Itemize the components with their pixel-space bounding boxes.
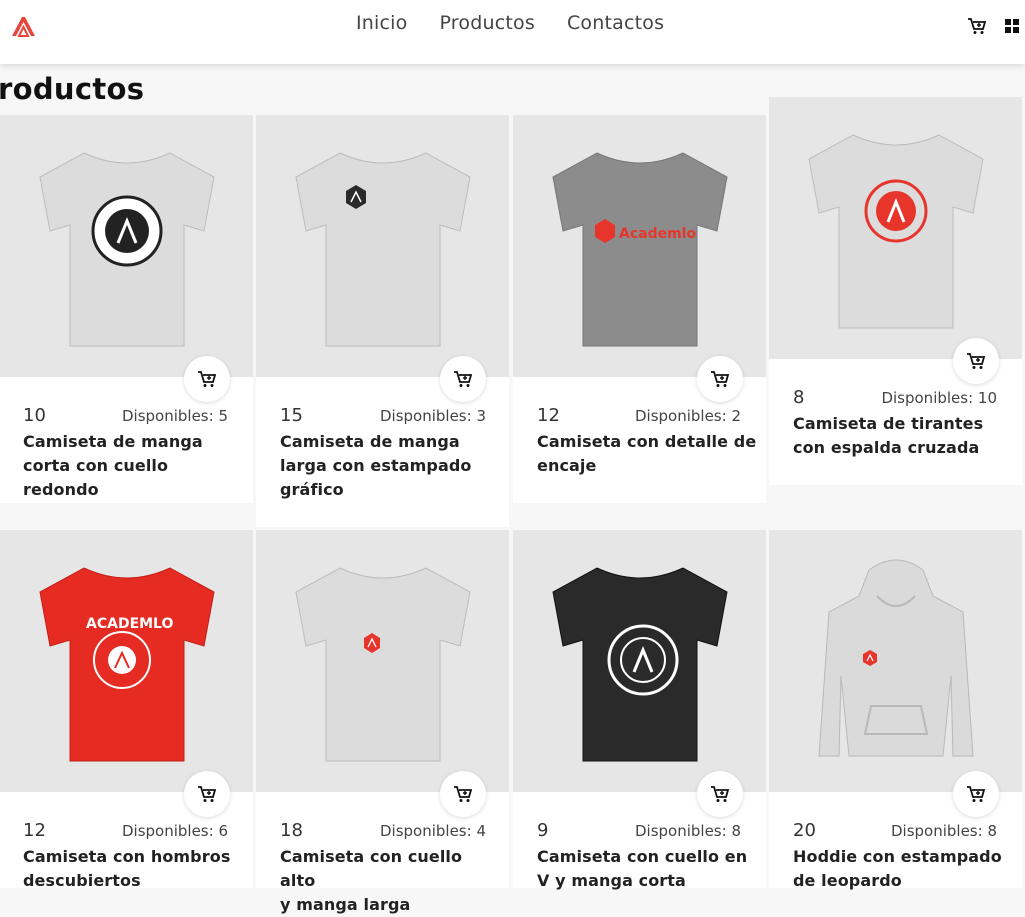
add-cart-icon bbox=[967, 786, 986, 802]
product-name: Camiseta con cuello en V y manga corta bbox=[537, 847, 748, 890]
product-name: Camiseta con cuello alto y manga larga bbox=[280, 847, 463, 914]
svg-text:ACADEMLO: ACADEMLO bbox=[86, 616, 173, 632]
academlo-logo-icon[interactable] bbox=[10, 14, 38, 38]
add-cart-icon bbox=[198, 786, 217, 802]
product-availability: Disponibles: 8 bbox=[634, 822, 741, 840]
product-name: Camiseta con hombros descubiertos bbox=[23, 847, 231, 890]
tshirt-icon bbox=[295, 152, 471, 347]
product-availability: Disponibles: 10 bbox=[881, 389, 997, 407]
nav-link-contactos[interactable]: Contactos bbox=[567, 12, 664, 34]
tshirt-icon bbox=[39, 152, 215, 347]
svg-text:Academlo: Academlo bbox=[619, 226, 696, 242]
add-cart-icon bbox=[198, 371, 217, 387]
product-image bbox=[769, 530, 1022, 792]
add-to-cart-button[interactable] bbox=[440, 771, 486, 817]
product-quantity: 9 bbox=[537, 820, 549, 841]
add-cart-icon bbox=[967, 353, 986, 369]
product-quantity: 12 bbox=[537, 405, 560, 426]
add-to-cart-button[interactable] bbox=[440, 356, 486, 402]
product-name: Hoddie con estampado de leopardo bbox=[793, 847, 1002, 890]
nav-menu: Inicio Productos Contactos bbox=[356, 12, 664, 34]
product-quantity: 20 bbox=[793, 820, 816, 841]
product-quantity: 18 bbox=[280, 820, 303, 841]
product-card: 15 Disponibles: 3 Camiseta de manga larg… bbox=[256, 115, 509, 527]
product-card: Academlo 12 Disponibles: 2 Camiseta con … bbox=[513, 115, 766, 503]
tshirt-icon bbox=[552, 567, 728, 762]
product-image bbox=[0, 115, 253, 377]
add-cart-icon bbox=[454, 371, 473, 387]
add-to-cart-button[interactable] bbox=[184, 356, 230, 402]
add-to-cart-button[interactable] bbox=[953, 338, 999, 384]
top-navbar: Inicio Productos Contactos bbox=[0, 0, 1025, 64]
product-card: 10 Disponibles: 5 Camiseta de manga cort… bbox=[0, 115, 253, 503]
product-quantity: 8 bbox=[793, 387, 805, 408]
product-card: 18 Disponibles: 4 Camiseta con cuello al… bbox=[256, 530, 509, 914]
nav-link-productos[interactable]: Productos bbox=[439, 12, 534, 34]
product-image bbox=[256, 530, 509, 792]
product-quantity: 12 bbox=[23, 820, 46, 841]
product-availability: Disponibles: 5 bbox=[121, 407, 228, 425]
add-cart-icon bbox=[454, 786, 473, 802]
product-quantity: 15 bbox=[280, 405, 303, 426]
product-name: Camiseta con detalle de encaje bbox=[537, 432, 757, 475]
product-availability: Disponibles: 8 bbox=[890, 822, 997, 840]
product-image bbox=[513, 530, 766, 792]
product-image bbox=[256, 115, 509, 377]
product-image: ACADEMLO bbox=[0, 530, 253, 792]
add-to-cart-button[interactable] bbox=[184, 771, 230, 817]
product-availability: Disponibles: 6 bbox=[121, 822, 228, 840]
page-title: roductos bbox=[0, 72, 145, 106]
product-name: Camiseta de manga larga con estampado gr… bbox=[280, 432, 472, 499]
add-to-cart-button[interactable] bbox=[953, 771, 999, 817]
product-card: 20 Disponibles: 8 Hoddie con estampado d… bbox=[769, 530, 1022, 890]
tshirt-icon: Academlo bbox=[552, 152, 728, 347]
nav-link-inicio[interactable]: Inicio bbox=[356, 12, 407, 34]
product-availability: Disponibles: 4 bbox=[379, 822, 486, 840]
product-card: 8 Disponibles: 10 Camiseta de tirantes c… bbox=[769, 97, 1022, 485]
hoodie-icon bbox=[818, 559, 974, 757]
product-name: Camiseta de tirantes con espalda cruzada bbox=[793, 414, 984, 457]
tshirt-icon bbox=[295, 567, 471, 762]
tshirt-icon: ACADEMLO bbox=[39, 567, 215, 762]
tshirt-icon bbox=[808, 134, 984, 329]
add-to-cart-button[interactable] bbox=[697, 356, 743, 402]
product-availability: Disponibles: 2 bbox=[634, 407, 741, 425]
add-cart-icon bbox=[711, 371, 730, 387]
product-card: 9 Disponibles: 8 Camiseta con cuello en … bbox=[513, 530, 766, 890]
product-name: Camiseta de manga corta con cuello redon… bbox=[23, 432, 203, 499]
product-availability: Disponibles: 3 bbox=[379, 407, 486, 425]
product-image: Academlo bbox=[513, 115, 766, 377]
product-quantity: 10 bbox=[23, 405, 46, 426]
add-to-cart-button[interactable] bbox=[697, 771, 743, 817]
cart-icon[interactable] bbox=[967, 17, 987, 35]
add-cart-icon bbox=[711, 786, 730, 802]
product-image bbox=[769, 97, 1022, 359]
product-card: ACADEMLO 12 Disponibles: 6 Camiseta con … bbox=[0, 530, 253, 890]
grid-view-icon[interactable] bbox=[1005, 19, 1019, 33]
